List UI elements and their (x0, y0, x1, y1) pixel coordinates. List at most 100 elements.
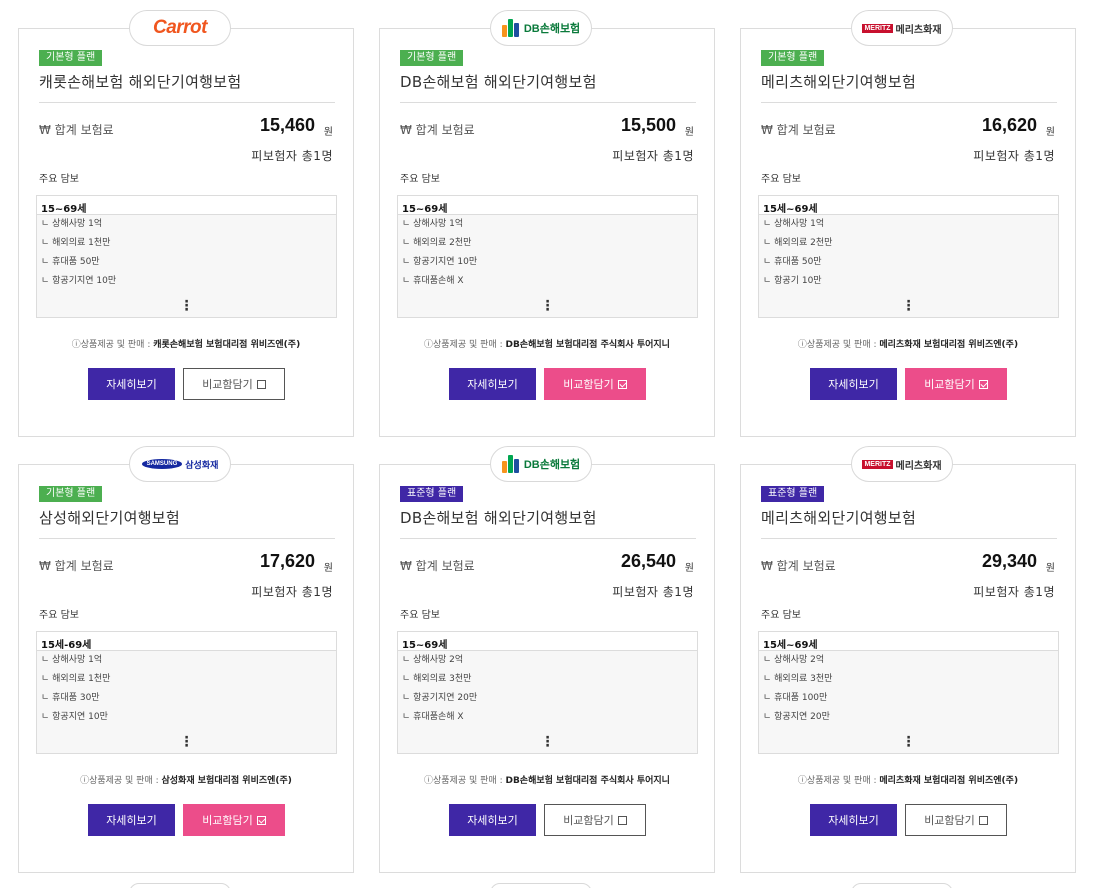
coverage-item: ㄴ 해외의료 2천만 (402, 238, 472, 248)
db-insurance-logo: DB손해보험 (501, 455, 581, 473)
divider (761, 102, 1057, 103)
meritz-logo-mark: MERITZ (862, 459, 893, 469)
provider-info: ⓘ상품제공 및 판매 : DB손해보험 보험대리점 주식회사 투어지니 (380, 773, 714, 786)
coverage-item: ㄴ 상해사망 1억 (41, 655, 103, 665)
next-card-logo-peek (129, 883, 231, 888)
coverage-item: ㄴ 휴대품 50만 (41, 257, 100, 267)
coverage-box: 15세-69세 ㄴ 상해사망 1억 ㄴ 해외의료 1천만 ㄴ 휴대품 30만 ㄴ 항공지… (36, 631, 337, 754)
next-card-logo-peek (851, 883, 953, 888)
provider-prefix: ⓘ상품제공 및 판매 : (797, 340, 880, 350)
add-to-compare-button[interactable]: 비교함담기 (183, 804, 285, 836)
insured-count: 피보험자 총1명 (251, 585, 333, 599)
view-details-button[interactable]: 자세히보기 (88, 368, 175, 400)
view-details-button[interactable]: 자세히보기 (449, 804, 536, 836)
samsung-logo-mark: SAMSUNG (141, 459, 183, 469)
coverage-age-range: 15세~69세 (759, 632, 1058, 651)
product-title: 캐롯손해보험 해외단기여행보험 (39, 73, 242, 91)
coverage-item: ㄴ 상해사망 2억 (763, 655, 825, 665)
checkbox-icon (978, 815, 988, 825)
provider-info: ⓘ상품제공 및 판매 : 캐롯손해보험 보험대리점 위비즈엔(주) (19, 337, 353, 350)
coverage-item: ㄴ 휴대품 30만 (41, 693, 100, 703)
coverage-item: ㄴ 상해사망 1억 (763, 219, 825, 229)
premium-label: ₩ 합계 보험료 (761, 559, 836, 573)
coverage-item: ㄴ 상해사망 1억 (402, 219, 464, 229)
insured-count: 피보험자 총1명 (612, 149, 694, 163)
coverage-age-range: 15~69세 (398, 196, 697, 215)
insurer-logo-badge: MERITZ 메리츠화재 (851, 446, 953, 482)
provider-prefix: ⓘ상품제공 및 판매 : (424, 340, 506, 350)
more-icon[interactable]: ⋮ (398, 735, 697, 749)
premium-amount: 26,540 (620, 551, 676, 571)
checkbox-icon (978, 379, 988, 389)
add-to-compare-button[interactable]: 비교함담기 (544, 368, 646, 400)
db-logo-text: DB손해보험 (523, 459, 581, 471)
premium-amount: 15,500 (620, 115, 676, 135)
coverage-item: ㄴ 휴대품 50만 (763, 257, 822, 267)
provider-info: ⓘ상품제공 및 판매 : 메리츠화재 보험대리점 위비즈엔(주) (741, 773, 1075, 786)
product-title: 메리츠해외단기여행보험 (761, 73, 917, 91)
provider-name: DB손해보험 보험대리점 주식회사 투어지니 (505, 340, 670, 350)
divider (400, 102, 696, 103)
coverage-item: ㄴ 항공지연 10만 (41, 712, 108, 722)
coverage-item: ㄴ 휴대품손해 X (402, 276, 464, 286)
view-details-button[interactable]: 자세히보기 (88, 804, 175, 836)
db-insurance-logo: DB손해보험 (501, 19, 581, 37)
provider-prefix: ⓘ상품제공 및 판매 : (797, 776, 880, 786)
view-details-button[interactable]: 자세히보기 (449, 368, 536, 400)
premium-unit: 원 (1045, 563, 1055, 574)
product-title: DB손해보험 해외단기여행보험 (400, 73, 597, 91)
add-to-compare-label: 비교함담기 (563, 379, 614, 391)
product-title: 메리츠해외단기여행보험 (761, 509, 917, 527)
checkbox-icon (256, 815, 266, 825)
more-icon[interactable]: ⋮ (398, 299, 697, 313)
insurer-logo-badge: DB손해보험 (490, 446, 592, 482)
premium-unit: 원 (323, 127, 333, 138)
view-details-button[interactable]: 자세히보기 (810, 368, 897, 400)
premium-unit: 원 (684, 563, 694, 574)
coverage-item: ㄴ 항공지연 20만 (763, 712, 830, 722)
insurer-logo-badge: Carrot (129, 10, 231, 46)
add-to-compare-button[interactable]: 비교함담기 (183, 368, 285, 400)
premium-label: ₩ 합계 보험료 (39, 123, 114, 137)
coverage-box: 15세~69세 ㄴ 상해사망 1억 ㄴ 해외의료 2천만 ㄴ 휴대품 50만 ㄴ 항공기… (758, 195, 1059, 318)
next-card-logo-peek (490, 883, 592, 888)
provider-info: ⓘ상품제공 및 판매 : DB손해보험 보험대리점 주식회사 투어지니 (380, 337, 714, 350)
view-details-button[interactable]: 자세히보기 (810, 804, 897, 836)
coverage-item: ㄴ 상해사망 1억 (41, 219, 103, 229)
db-logo-mark-icon (501, 455, 522, 473)
add-to-compare-button[interactable]: 비교함담기 (905, 368, 1007, 400)
divider (39, 538, 335, 539)
main-coverage-label: 주요 담보 (761, 610, 801, 621)
premium-label: ₩ 합계 보험료 (400, 559, 475, 573)
checkbox-icon (256, 379, 266, 389)
db-logo-mark-icon (501, 19, 522, 37)
coverage-item: ㄴ 해외의료 3천만 (402, 674, 472, 684)
provider-prefix: ⓘ상품제공 및 판매 : (71, 340, 154, 350)
coverage-age-range: 15~69세 (398, 632, 697, 651)
plan-card: MERITZ 메리츠화재 기본형 플랜 메리츠해외단기여행보험 ₩ 합계 보험료 16,6… (740, 10, 1076, 437)
samsung-logo: SAMSUNG 삼성화재 (141, 458, 219, 471)
coverage-item: ㄴ 해외의료 1천만 (41, 674, 111, 684)
coverage-age-range: 15~69세 (37, 196, 336, 215)
provider-info: ⓘ상품제공 및 판매 : 메리츠화재 보험대리점 위비즈엔(주) (741, 337, 1075, 350)
coverage-item: ㄴ 해외의료 1천만 (41, 238, 111, 248)
add-to-compare-button[interactable]: 비교함담기 (544, 804, 646, 836)
more-icon[interactable]: ⋮ (759, 299, 1058, 313)
samsung-logo-text: 삼성화재 (185, 460, 219, 471)
add-to-compare-button[interactable]: 비교함담기 (905, 804, 1007, 836)
divider (761, 538, 1057, 539)
provider-name: 삼성화재 보험대리점 위비즈엔(주) (161, 776, 292, 786)
meritz-logo-text: 메리츠화재 (895, 24, 942, 36)
meritz-logo-mark: MERITZ (862, 23, 893, 33)
more-icon[interactable]: ⋮ (37, 299, 336, 313)
coverage-item: ㄴ 항공기지연 10만 (41, 276, 117, 286)
plan-type-badge: 기본형 플랜 (761, 50, 825, 66)
more-icon[interactable]: ⋮ (759, 735, 1058, 749)
provider-info: ⓘ상품제공 및 판매 : 삼성화재 보험대리점 위비즈엔(주) (19, 773, 353, 786)
more-icon[interactable]: ⋮ (37, 735, 336, 749)
coverage-item: ㄴ 항공기지연 10만 (402, 257, 478, 267)
db-logo-text: DB손해보험 (523, 23, 581, 35)
add-to-compare-label: 비교함담기 (924, 815, 975, 827)
add-to-compare-label: 비교함담기 (924, 379, 975, 391)
add-to-compare-label: 비교함담기 (202, 379, 253, 391)
